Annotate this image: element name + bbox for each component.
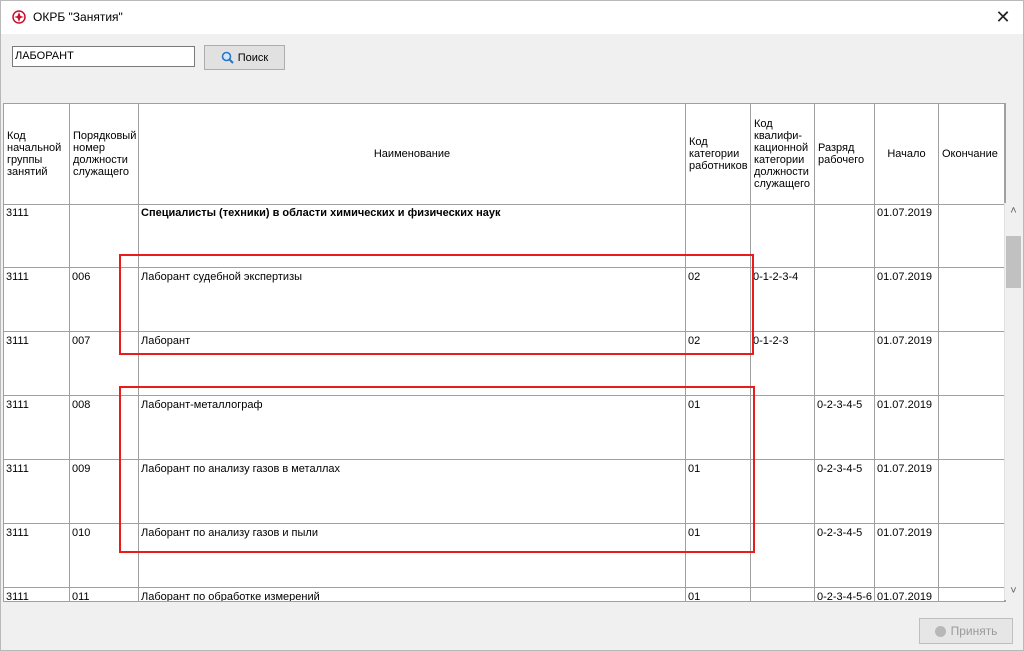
col-qualification-code-cell (751, 524, 815, 587)
col-qualification-code-cell (751, 396, 815, 459)
window-title: ОКРБ "Занятия" (33, 10, 123, 24)
col-qualification-code-cell: 0-1-2-3 (751, 332, 815, 395)
col-start-cell: 01.07.2019 (875, 588, 939, 601)
scroll-up-arrow-icon[interactable]: ˄ (1005, 203, 1022, 220)
col-name-cell: Лаборант (139, 332, 686, 395)
col-worker-grade-cell: 0-2-3-4-5 (815, 460, 875, 523)
table-row[interactable]: 3111 011 Лаборант по обработке измерений 01… (4, 588, 1005, 601)
col-worker-grade-cell: 0-2-3-4-5-6 (815, 588, 875, 601)
col-position-number-cell: 009 (70, 460, 139, 523)
col-end-cell (939, 524, 1005, 587)
col-position-number-cell: 010 (70, 524, 139, 587)
table-row[interactable]: 3111 007 Лаборант 02 0-1-2-3 01.07.2019 (4, 332, 1005, 396)
app-icon (12, 10, 26, 24)
search-icon (221, 51, 234, 64)
col-name-cell: Лаборант-металлограф (139, 396, 686, 459)
occupations-table: Код начальной группы занятий Порядковый н… (3, 103, 1006, 602)
col-start-cell: 01.07.2019 (875, 268, 939, 331)
col-group-code-cell: 3111 (4, 268, 70, 331)
col-start-cell: 01.07.2019 (875, 332, 939, 395)
app-window: ОКРБ "Занятия" ✕ Поиск Код начальной гру… (0, 0, 1024, 651)
col-worker-grade-cell (815, 332, 875, 395)
search-input[interactable] (12, 46, 195, 67)
col-end-cell (939, 332, 1005, 395)
table-header: Код начальной группы занятий Порядковый н… (4, 104, 1005, 205)
col-category-code-header[interactable]: Код категории работников (686, 104, 751, 204)
col-category-code-cell: 02 (686, 268, 751, 331)
col-qualification-code-header[interactable]: Код квалифи- кационной категории должнос… (751, 104, 815, 204)
col-group-code-cell: 3111 (4, 332, 70, 395)
col-start-cell: 01.07.2019 (875, 524, 939, 587)
table-row[interactable]: 3111 006 Лаборант судебной экспертизы 02 0-1… (4, 268, 1005, 332)
col-group-code-cell: 3111 (4, 524, 70, 587)
col-group-code-cell: 3111 (4, 588, 70, 601)
col-end-cell (939, 588, 1005, 601)
col-worker-grade-cell: 0-2-3-4-5 (815, 396, 875, 459)
table-row[interactable]: 3111 008 Лаборант-металлограф 01 0-2-3-4-5 01… (4, 396, 1005, 460)
col-start-cell: 01.07.2019 (875, 460, 939, 523)
col-category-code-cell (686, 204, 751, 267)
scroll-down-arrow-icon[interactable]: ˅ (1005, 583, 1022, 600)
col-end-cell (939, 204, 1005, 267)
col-end-header[interactable]: Окончание (939, 104, 1005, 204)
col-worker-grade-cell (815, 268, 875, 331)
col-category-code-cell: 01 (686, 460, 751, 523)
table-row[interactable]: 3111 010 Лаборант по анализу газов и пыли 0… (4, 524, 1005, 588)
scroll-thumb[interactable] (1006, 236, 1021, 288)
col-category-code-cell: 01 (686, 524, 751, 587)
col-start-cell: 01.07.2019 (875, 396, 939, 459)
col-qualification-code-cell (751, 460, 815, 523)
close-button[interactable]: ✕ (983, 1, 1023, 34)
vertical-scrollbar[interactable]: ˄ ˅ (1004, 203, 1022, 600)
col-position-number-cell: 006 (70, 268, 139, 331)
accept-button[interactable]: Принять (919, 618, 1013, 644)
table-row[interactable]: 3111 Специалисты (техники) в области хими… (4, 204, 1005, 268)
col-worker-grade-cell: 0-2-3-4-5 (815, 524, 875, 587)
accept-button-label: Принять (950, 624, 998, 638)
col-name-cell: Лаборант судебной экспертизы (139, 268, 686, 331)
col-name-cell: Специалисты (техники) в области химическ… (139, 204, 686, 267)
col-group-code-cell: 3111 (4, 460, 70, 523)
col-end-cell (939, 460, 1005, 523)
accept-icon (934, 625, 946, 637)
col-category-code-cell: 02 (686, 332, 751, 395)
col-group-code-cell: 3111 (4, 204, 70, 267)
col-end-cell (939, 268, 1005, 331)
col-group-code-cell: 3111 (4, 396, 70, 459)
col-name-cell: Лаборант по обработке измерений (139, 588, 686, 601)
search-button[interactable]: Поиск (204, 45, 285, 70)
col-category-code-cell: 01 (686, 588, 751, 601)
col-end-cell (939, 396, 1005, 459)
table-row[interactable]: 3111 009 Лаборант по анализу газов в метал… (4, 460, 1005, 524)
col-position-number-cell: 007 (70, 332, 139, 395)
col-qualification-code-cell: 0-1-2-3-4 (751, 268, 815, 331)
col-group-code-header[interactable]: Код начальной группы занятий (4, 104, 70, 204)
col-name-header[interactable]: Наименование (139, 104, 686, 204)
col-qualification-code-cell (751, 204, 815, 267)
search-button-label: Поиск (237, 51, 269, 64)
col-position-number-cell: 008 (70, 396, 139, 459)
col-category-code-cell: 01 (686, 396, 751, 459)
col-worker-grade-header[interactable]: Разряд рабочего (815, 104, 875, 204)
close-icon: ✕ (995, 7, 1011, 27)
col-position-number-cell: 011 (70, 588, 139, 601)
col-start-header[interactable]: Начало (875, 104, 939, 204)
col-position-number-header[interactable]: Порядковый номер должности служащего (70, 104, 139, 204)
title-bar: ОКРБ "Занятия" ✕ (1, 1, 1023, 34)
col-start-cell: 01.07.2019 (875, 204, 939, 267)
col-position-number-cell (70, 204, 139, 267)
col-name-cell: Лаборант по анализу газов и пыли (139, 524, 686, 587)
col-name-cell: Лаборант по анализу газов в металлах (139, 460, 686, 523)
col-worker-grade-cell (815, 204, 875, 267)
col-qualification-code-cell (751, 588, 815, 601)
